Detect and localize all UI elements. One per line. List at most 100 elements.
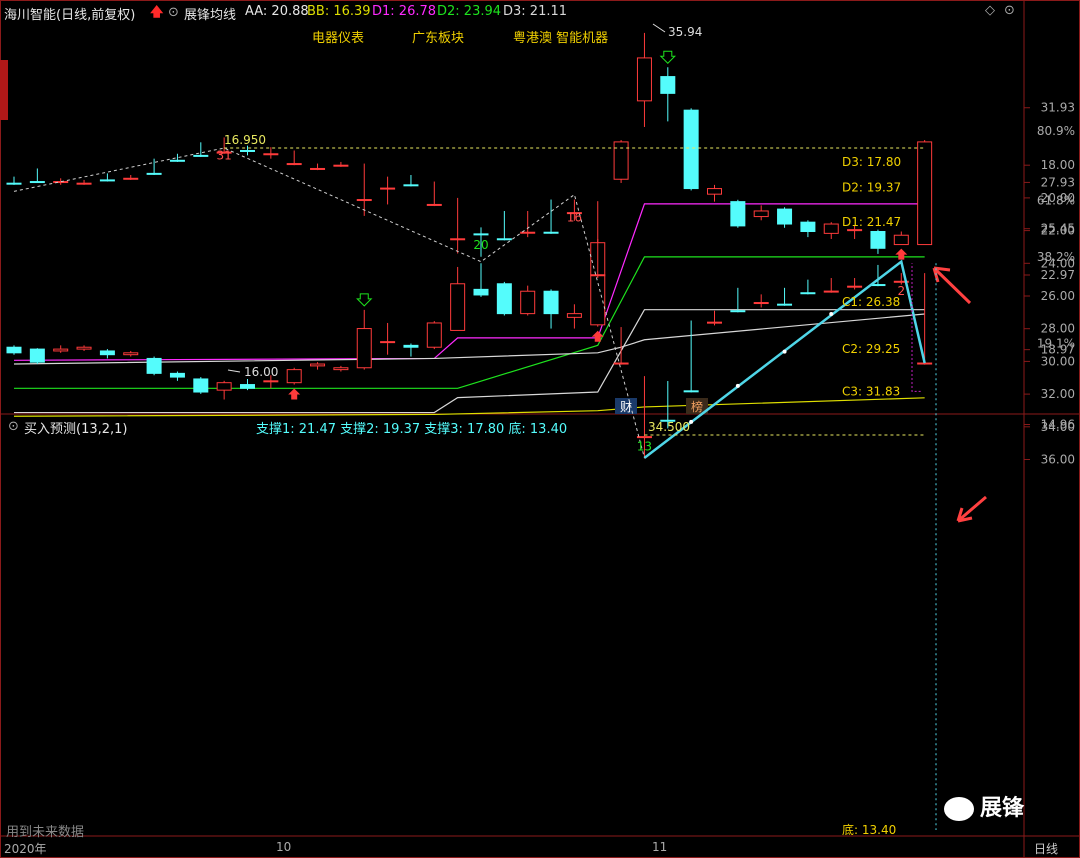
y-tick-label: 31.93 — [1041, 101, 1075, 115]
upper-candle — [613, 141, 629, 180]
y-tick-label: 24.00 — [1041, 256, 1075, 270]
level-label: 16.950 — [224, 133, 266, 147]
upper-candle — [473, 288, 489, 296]
y-tick-label: 32.00 — [1041, 387, 1075, 401]
lower-candle — [380, 187, 396, 190]
sector-tag: 电器仪表 — [312, 31, 365, 46]
projection-dot — [735, 383, 740, 388]
news-badge: 财 — [620, 400, 632, 414]
upper-candle — [800, 221, 816, 232]
upper-candle — [76, 346, 92, 350]
upper-candle — [426, 322, 442, 348]
lower-candle — [426, 203, 442, 206]
lower-candle — [800, 292, 816, 295]
y-tick-label: 20.00 — [1041, 191, 1075, 205]
indicator-collapse-icon[interactable]: ⊙ — [168, 5, 179, 20]
lower-candle — [169, 159, 185, 162]
lower-candle — [730, 310, 746, 313]
upper-candle — [496, 283, 512, 315]
target-label: C2: 29.25 — [842, 342, 900, 356]
upper-candle — [123, 352, 139, 356]
lower-candle — [496, 238, 512, 241]
lower-candle — [76, 182, 92, 185]
y-tick-label: 36.00 — [1041, 453, 1075, 467]
y-tick-label: 18.00 — [1041, 158, 1075, 172]
wave-label: 20 — [473, 238, 488, 252]
lower-candle — [356, 199, 372, 202]
lower-candle — [707, 321, 722, 324]
y-tick-label: 28.00 — [1041, 322, 1075, 336]
month-label: 10 — [276, 840, 292, 854]
lower-candle — [823, 290, 839, 293]
upper-candle — [753, 210, 769, 218]
lower-candle — [753, 302, 769, 305]
lower-candle — [520, 231, 536, 234]
lower-candle — [847, 285, 863, 288]
target-label: D1: 21.47 — [842, 215, 901, 229]
target-label: D2: 19.37 — [842, 181, 901, 195]
upper-candle — [29, 348, 45, 363]
y-tick-label: 34.00 — [1041, 420, 1075, 434]
upper-candle — [450, 283, 466, 331]
target-label: D3: 17.80 — [842, 155, 901, 169]
lower-collapse-icon[interactable]: ⊙ — [8, 419, 19, 434]
support-levels: 支撑1: 21.47 支撑2: 19.37 支撑3: 17.80 底: 13.4… — [256, 422, 568, 437]
wechat-watermark: 展锋 — [944, 790, 1024, 822]
upper-candle — [356, 328, 372, 369]
red-up-arrow-icon — [591, 330, 604, 342]
upper-candle — [683, 109, 699, 190]
lower-candle — [543, 231, 559, 234]
lower-candle — [683, 390, 699, 393]
upper-candle — [893, 234, 909, 246]
red-up-arrow-icon — [895, 248, 908, 260]
lower-candle — [123, 177, 139, 180]
lower-candle — [263, 153, 279, 156]
target-label: C1: 26.38 — [842, 295, 900, 309]
green-down-arrow-icon — [356, 293, 373, 307]
wave-label: 31 — [217, 148, 232, 162]
upper-candle — [823, 223, 839, 234]
period-label[interactable]: 日线 — [1034, 840, 1058, 857]
upper-candle — [777, 208, 793, 225]
sector-tag: 广东板块 — [412, 31, 465, 46]
lower-candle — [613, 362, 629, 365]
wave-label: 16 — [567, 211, 582, 225]
stock-title[interactable]: 海川智能(日线,前复权) — [4, 4, 135, 23]
upper-candle — [870, 230, 886, 249]
target-label: 底: 13.40 — [842, 822, 896, 837]
lower-candle — [146, 172, 162, 175]
d3-value: D3: 21.11 — [503, 4, 568, 19]
lower-candle — [333, 164, 349, 167]
lower-candle — [450, 238, 466, 241]
lower-candle — [310, 167, 326, 170]
lower-indicator-name[interactable]: 买入预测(13,2,1) — [24, 418, 128, 437]
y-tick-label: 26.00 — [1041, 289, 1075, 303]
wechat-icon — [944, 797, 974, 821]
upper-candle — [216, 382, 232, 391]
upper-candle — [263, 380, 279, 383]
high-pointer — [652, 23, 666, 33]
diamond-icon[interactable]: ◇ — [985, 3, 995, 18]
lower-candle — [403, 184, 419, 187]
lower-candle — [636, 436, 652, 439]
month-label: 11 — [652, 840, 668, 854]
upper-candle — [53, 348, 69, 352]
high-label: 35.94 — [668, 25, 702, 39]
lower-candle — [6, 182, 22, 185]
upper-candle — [286, 369, 302, 384]
upper-candle — [240, 384, 255, 389]
upper-candle — [660, 76, 676, 94]
upper-candle — [333, 367, 349, 371]
upper-candle — [6, 346, 22, 354]
sector-tag: 粤港澳 智能机器 — [513, 31, 609, 46]
settings-icon[interactable]: ⊙ — [1004, 3, 1015, 18]
upper-candle — [99, 350, 115, 356]
upper-candle — [543, 290, 559, 315]
y-tick-label: 27.93 — [1041, 175, 1075, 189]
indicator-name[interactable]: 展锋均线 — [184, 4, 236, 23]
series-line-aa — [13, 313, 925, 365]
d1-value: D1: 26.78 — [372, 4, 437, 19]
target-label: C3: 31.83 — [842, 384, 900, 398]
series-line-d1 — [13, 203, 925, 361]
pct-tick-label: 80.9% — [1037, 124, 1075, 138]
